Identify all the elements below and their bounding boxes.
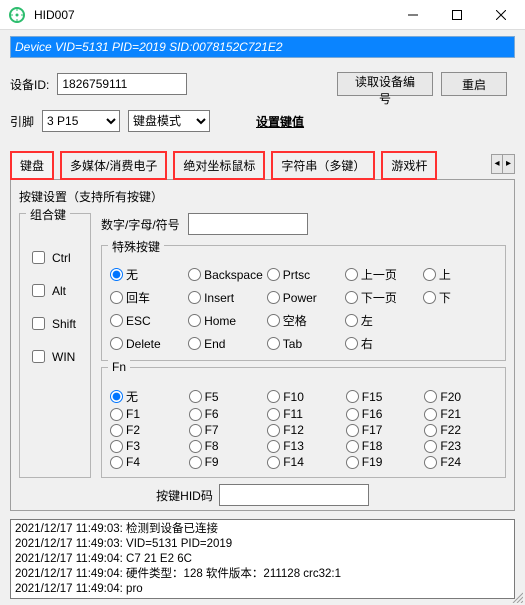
fn-group: Fn 无F5F10F15F20F1F6F11F16F21F2F7F12F17F2… <box>101 367 506 478</box>
fn-radio[interactable]: F10 <box>267 388 340 405</box>
special-radio[interactable]: Backspace <box>188 266 263 283</box>
tab-multimedia[interactable]: 多媒体/消费电子 <box>60 151 167 180</box>
client-area: Device VID=5131 PID=2019 SID:0078152C721… <box>0 30 525 603</box>
tab-content: 按键设置（支持所有按键） 组合键 Ctrl Alt Shift WIN 数字/字… <box>10 180 515 511</box>
special-radio[interactable]: Delete <box>110 335 184 352</box>
special-radio[interactable]: End <box>188 335 263 352</box>
special-radio[interactable]: 回车 <box>110 289 184 306</box>
pin-label: 引脚 <box>10 113 34 130</box>
char-input-row: 数字/字母/符号 <box>101 213 506 235</box>
fn-radio[interactable]: F18 <box>346 439 419 453</box>
special-radio[interactable]: Power <box>267 289 341 306</box>
hid-row: 按键HID码 <box>19 484 506 506</box>
special-radio[interactable]: 上一页 <box>345 266 419 283</box>
device-id-row: 设备ID: 读取设备编号 重启 <box>10 72 515 96</box>
special-radio[interactable]: Home <box>188 312 263 329</box>
fn-radio[interactable]: F2 <box>110 423 183 437</box>
fn-radio[interactable]: F21 <box>424 407 497 421</box>
fn-radio[interactable]: F20 <box>424 388 497 405</box>
fn-radio[interactable]: F19 <box>346 455 419 469</box>
fn-radio[interactable]: F7 <box>189 423 262 437</box>
pin-select[interactable]: 3 P15 <box>42 110 120 132</box>
fn-radio[interactable]: F15 <box>346 388 419 405</box>
modifier-win[interactable]: WIN <box>28 347 82 366</box>
app-icon <box>6 4 28 26</box>
special-radio <box>423 312 497 329</box>
tab-content-subtitle: 按键设置（支持所有按键） <box>19 188 506 205</box>
pin-mode-row: 引脚 3 P15 键盘模式 设置键值 <box>10 110 515 132</box>
log-line: 2021/12/17 11:49:04: C7 21 E2 6C <box>15 552 510 567</box>
titlebar: HID007 <box>0 0 525 30</box>
special-legend: 特殊按键 <box>108 238 164 255</box>
tabstrip: 键盘 多媒体/消费电子 绝对坐标鼠标 字符串（多键） 游戏杆 <box>10 150 515 180</box>
tab-scroll-left-button[interactable]: ◂ <box>491 154 503 174</box>
tab-abs-mouse[interactable]: 绝对坐标鼠标 <box>173 151 265 180</box>
special-group: 特殊按键 无BackspacePrtsc上一页上回车InsertPower下一页… <box>101 245 506 361</box>
modifier-shift[interactable]: Shift <box>28 314 82 333</box>
fn-radio[interactable]: F12 <box>267 423 340 437</box>
tab-keyboard[interactable]: 键盘 <box>10 151 54 180</box>
fn-radio[interactable]: F11 <box>267 407 340 421</box>
fn-radio[interactable]: F9 <box>189 455 262 469</box>
special-radio[interactable]: Insert <box>188 289 263 306</box>
char-input-label: 数字/字母/符号 <box>101 216 180 233</box>
log-line: 2021/12/17 11:49:04: 硬件类型：128 软件版本：21112… <box>15 567 510 582</box>
fn-radio[interactable]: F24 <box>424 455 497 469</box>
device-banner: Device VID=5131 PID=2019 SID:0078152C721… <box>10 36 515 58</box>
log-box[interactable]: 2021/12/17 11:49:03: 检测到设备已连接2021/12/17 … <box>10 519 515 599</box>
fn-radio[interactable]: F16 <box>346 407 419 421</box>
maximize-button[interactable] <box>435 1 479 29</box>
fn-radio[interactable]: F6 <box>189 407 262 421</box>
special-radio[interactable]: 无 <box>110 266 184 283</box>
fn-radio[interactable]: F1 <box>110 407 183 421</box>
modifier-alt[interactable]: Alt <box>28 281 82 300</box>
tab-region: 键盘 多媒体/消费电子 绝对坐标鼠标 字符串（多键） 游戏杆 ◂ ▸ 按键设置（… <box>10 150 515 511</box>
close-button[interactable] <box>479 1 523 29</box>
tab-scroll: ◂ ▸ <box>491 154 515 174</box>
modifier-legend: 组合键 <box>26 206 70 223</box>
special-radio[interactable]: Tab <box>267 335 341 352</box>
device-id-label: 设备ID: <box>10 76 49 93</box>
set-value-link[interactable]: 设置键值 <box>256 113 304 130</box>
mode-select[interactable]: 键盘模式 <box>128 110 210 132</box>
modifier-ctrl[interactable]: Ctrl <box>28 248 82 267</box>
fn-legend: Fn <box>108 360 130 374</box>
modifier-group: 组合键 Ctrl Alt Shift WIN <box>19 213 91 478</box>
hid-input[interactable] <box>219 484 369 506</box>
special-radio[interactable]: 右 <box>345 335 419 352</box>
tab-string[interactable]: 字符串（多键） <box>271 151 375 180</box>
reboot-button[interactable]: 重启 <box>441 72 507 96</box>
fn-radio[interactable]: 无 <box>110 388 183 405</box>
special-radio[interactable]: 下一页 <box>345 289 419 306</box>
log-line: 2021/12/17 11:49:03: 检测到设备已连接 <box>15 522 510 537</box>
special-radio <box>423 335 497 352</box>
fn-radio[interactable]: F14 <box>267 455 340 469</box>
fn-radio[interactable]: F23 <box>424 439 497 453</box>
special-radio[interactable]: Prtsc <box>267 266 341 283</box>
log-line: 2021/12/17 11:49:03: VID=5131 PID=2019 <box>15 537 510 552</box>
window-title: HID007 <box>34 8 75 22</box>
special-radio[interactable]: 空格 <box>267 312 341 329</box>
resize-grip-icon[interactable] <box>511 591 523 603</box>
read-device-id-button[interactable]: 读取设备编号 <box>337 72 433 96</box>
fn-radio[interactable]: F13 <box>267 439 340 453</box>
fn-radio[interactable]: F17 <box>346 423 419 437</box>
device-id-input[interactable] <box>57 73 187 95</box>
minimize-button[interactable] <box>391 1 435 29</box>
log-line: 2021/12/17 11:49:04: pro <box>15 582 510 597</box>
special-radio[interactable]: ESC <box>110 312 184 329</box>
char-input[interactable] <box>188 213 308 235</box>
fn-radio[interactable]: F5 <box>189 388 262 405</box>
fn-radio[interactable]: F8 <box>189 439 262 453</box>
fn-radio[interactable]: F3 <box>110 439 183 453</box>
tab-scroll-right-button[interactable]: ▸ <box>503 154 515 174</box>
fn-radio[interactable]: F22 <box>424 423 497 437</box>
fn-radio[interactable]: F4 <box>110 455 183 469</box>
special-radio[interactable]: 下 <box>423 289 497 306</box>
special-radio[interactable]: 左 <box>345 312 419 329</box>
tab-joystick[interactable]: 游戏杆 <box>381 151 437 180</box>
hid-label: 按键HID码 <box>156 487 213 504</box>
special-radio[interactable]: 上 <box>423 266 497 283</box>
